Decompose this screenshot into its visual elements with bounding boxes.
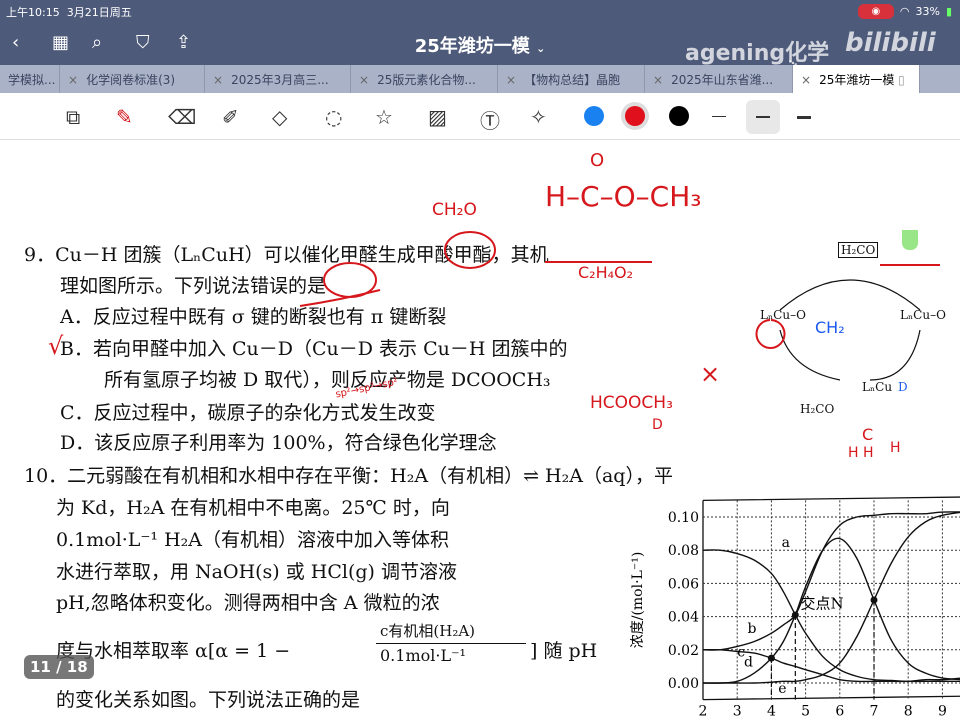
zoom-window-icon[interactable]: ⧉ [66,105,80,129]
y-tick-label: 0.04 [668,610,699,626]
split-view-icon[interactable]: ▯ [898,73,905,87]
x-tick-label: 7 [870,704,879,720]
stroke-thick[interactable] [797,116,811,119]
close-icon[interactable]: × [213,73,223,87]
lasso-icon[interactable]: ◌ [325,105,342,129]
concentration-chart: 0.10 0.08 0.06 0.04 0.02 0.002 3 4 5 6 7 8 9 浓度/(mol·… [630,496,960,720]
pdf-page: 9．Cu－H 团簇（LₙCuH）可以催化甲醛生成甲酸甲酯，其机 理如图所示。下列… [0,140,960,720]
status-time: 上午10:15 3月21日周五 [6,6,132,19]
pen-icon[interactable]: ✎ [116,105,133,129]
image-icon[interactable]: ▨ [428,105,447,129]
series-line-a [702,549,960,683]
color-black[interactable] [669,106,689,126]
wifi-icon: ◠ [899,5,910,18]
y-tick-label: 0.08 [668,543,699,559]
x-tick-label: 6 [835,704,844,720]
record-icon: ◉ [857,4,894,19]
tab[interactable]: × 2025年山东省潍... [645,65,793,93]
close-icon[interactable]: × [801,73,811,87]
stroke-medium-selected[interactable] [746,100,780,134]
y-tick-label: 0.10 [668,510,699,526]
tab-bar: 学模拟... × 化学阅卷标准(3) × 2025年3月高三... × 25版元素化合… [0,65,960,93]
x-tick-label: 2 [699,704,708,720]
eraser-icon[interactable]: ⌫ [168,105,196,129]
annotation-toolbar: ⧉ ✎ ⌫ ✐ ◇ ◌ ☆ ▨ Ⓣ ✧ [0,93,960,140]
watermark: ageningֻ化学 [685,41,830,66]
laser-pointer-icon[interactable]: ✧ [530,105,547,129]
tab[interactable]: × 2025年3月高三... [205,65,351,93]
x-tick-label: 5 [801,704,810,720]
close-icon[interactable]: × [653,73,663,87]
series-label-e: e [778,681,786,697]
text-icon[interactable]: Ⓣ [480,105,500,134]
series-label-d: d [744,654,753,670]
bilibili-watermark: bilibili [845,28,936,58]
color-red-selected[interactable] [625,106,645,126]
close-icon[interactable]: × [506,73,516,87]
close-icon[interactable]: × [359,73,369,87]
tab[interactable]: × 25版元素化合物... [351,65,498,93]
battery-percent: 33% [915,5,940,18]
stroke-thin[interactable] [712,116,726,117]
y-axis-label: 浓度/(mol·L⁻¹) [630,552,646,649]
series-line-b [702,511,960,651]
battery-icon: ▮ [945,5,952,18]
x-tick-label: 4 [767,704,776,720]
page-indicator: 11 / 18 [24,655,94,679]
tab[interactable]: 学模拟... [0,65,60,93]
tab[interactable]: × 化学阅卷标准(3) [60,65,205,93]
shapes-icon[interactable]: ◇ [272,105,287,129]
tab-active[interactable]: × 25年潍坊一模 ▯ [793,65,920,93]
sticker-icon[interactable]: ☆ [375,105,393,129]
y-tick-label: 0.06 [668,576,699,592]
intersection-n-label: 交点N [800,594,843,612]
series-label-a: a [782,535,790,551]
x-tick-label: 3 [733,704,742,720]
y-tick-label: 0.00 [668,676,699,692]
y-tick-label: 0.02 [668,643,699,659]
series-label-b: b [747,621,756,637]
close-icon[interactable]: × [68,73,78,87]
status-bar: 上午10:15 3月21日周五 ◉ ◠ 33% ▮ [0,0,960,22]
color-blue[interactable] [584,106,604,126]
x-tick-label: 8 [904,704,913,720]
tab[interactable]: × 【物构总结】晶胞 [498,65,645,93]
highlighter-icon[interactable]: ✐ [222,105,239,129]
x-tick-label: 9 [938,704,947,720]
